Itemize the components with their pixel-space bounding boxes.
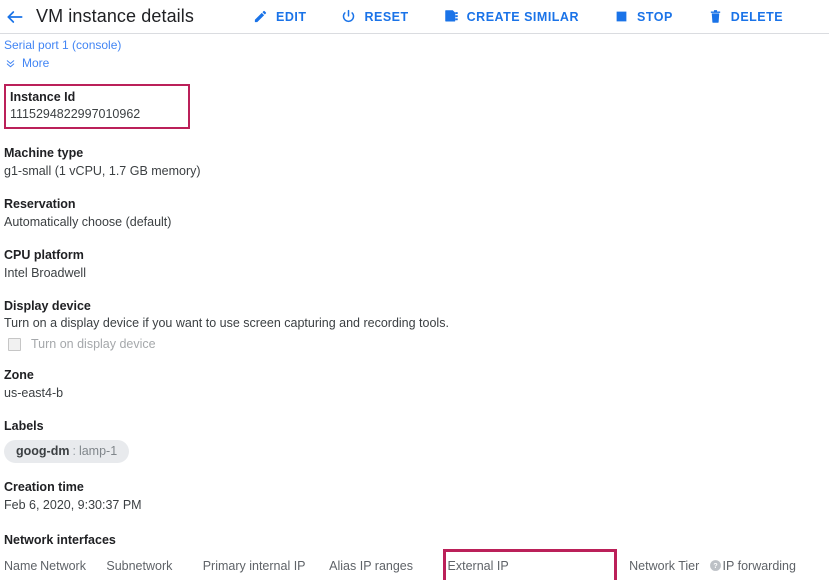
edit-button[interactable]: EDIT xyxy=(252,8,306,25)
details-content: Serial port 1 (console) More Instance Id… xyxy=(0,34,829,580)
label-chip-separator: : xyxy=(72,444,76,458)
reservation-field: Reservation Automatically choose (defaul… xyxy=(4,196,829,231)
machine-type-value: g1-small (1 vCPU, 1.7 GB memory) xyxy=(4,164,201,178)
display-device-checkbox[interactable] xyxy=(8,337,21,351)
machine-type-field: Machine type g1-small (1 vCPU, 1.7 GB me… xyxy=(4,145,829,180)
display-device-label: Display device xyxy=(4,299,91,313)
action-toolbar: EDIT RESET CREATE SIMILAR STOP DELETE xyxy=(252,8,783,25)
label-chip[interactable]: goog-dm : lamp-1 xyxy=(4,440,130,463)
more-toggle[interactable]: More xyxy=(4,56,829,70)
svg-text:?: ? xyxy=(713,563,717,570)
instance-id-value: 1115294822997010962 xyxy=(10,107,141,121)
reset-button[interactable]: RESET xyxy=(340,8,408,25)
reset-button-label: RESET xyxy=(364,9,409,24)
instance-id-field: Instance Id 1115294822997010962 xyxy=(4,84,190,129)
duplicate-document-icon xyxy=(443,8,460,25)
create-similar-button-label: CREATE SIMILAR xyxy=(466,9,579,24)
table-header-row: Name Network Subnetwork Primary internal… xyxy=(4,552,829,580)
display-device-field: Display device Turn on a display device … xyxy=(4,298,829,351)
zone-label: Zone xyxy=(4,368,34,382)
column-header-primary-ip: Primary internal IP xyxy=(202,552,330,580)
app-header: VM instance details EDIT RESET CREATE SI… xyxy=(0,0,829,34)
creation-time-label: Creation time xyxy=(4,480,84,494)
labels-label: Labels xyxy=(4,419,44,433)
zone-field: Zone us-east4-b xyxy=(4,367,829,402)
double-chevron-down-icon xyxy=(4,57,17,70)
delete-button-label: DELETE xyxy=(730,9,784,24)
cpu-platform-field: CPU platform Intel Broadwell xyxy=(4,247,829,282)
column-header-network: Network xyxy=(40,552,107,580)
cpu-platform-label: CPU platform xyxy=(4,248,84,262)
page-title: VM instance details xyxy=(36,6,194,26)
network-interfaces-table: Name Network Subnetwork Primary internal… xyxy=(4,552,829,580)
label-chip-value: lamp-1 xyxy=(78,444,118,458)
creation-time-value: Feb 6, 2020, 9:30:37 PM xyxy=(4,498,142,512)
column-header-ip-forwarding: IP forwarding xyxy=(718,552,829,580)
network-interfaces-section: Network interfaces Name Network Subnetwo… xyxy=(4,532,829,580)
edit-button-label: EDIT xyxy=(275,9,307,24)
display-device-checkbox-label: Turn on display device xyxy=(31,337,156,351)
cpu-platform-value: Intel Broadwell xyxy=(4,266,86,280)
serial-port-link[interactable]: Serial port 1 (console) xyxy=(4,38,829,53)
display-device-checkbox-row[interactable]: Turn on display device xyxy=(4,337,829,351)
column-header-network-tier-label: Network Tier xyxy=(629,559,700,573)
stop-button-label: STOP xyxy=(636,9,673,24)
stop-square-icon xyxy=(613,8,630,25)
column-header-external-ip: External IP xyxy=(435,552,607,580)
column-header-network-tier: Network Tier ? xyxy=(606,552,721,580)
delete-button[interactable]: DELETE xyxy=(707,8,783,25)
column-header-name: Name xyxy=(4,552,41,580)
instance-id-label: Instance Id xyxy=(10,90,76,104)
reservation-label: Reservation xyxy=(4,197,76,211)
network-interfaces-title: Network interfaces xyxy=(4,533,116,547)
column-header-alias-ip: Alias IP ranges xyxy=(329,552,436,580)
creation-time-field: Creation time Feb 6, 2020, 9:30:37 PM xyxy=(4,479,829,514)
zone-value: us-east4-b xyxy=(4,386,64,400)
label-chip-key: goog-dm xyxy=(16,444,70,458)
help-circle-icon[interactable]: ? xyxy=(709,559,722,572)
power-reset-icon xyxy=(340,8,357,25)
column-header-subnetwork: Subnetwork xyxy=(106,552,203,580)
more-label: More xyxy=(22,56,50,70)
display-device-description: Turn on a display device if you want to … xyxy=(4,316,449,330)
machine-type-label: Machine type xyxy=(4,146,84,160)
create-similar-button[interactable]: CREATE SIMILAR xyxy=(443,8,579,25)
labels-field: Labels goog-dm : lamp-1 xyxy=(4,418,829,463)
pencil-icon xyxy=(252,8,269,25)
arrow-left-icon[interactable] xyxy=(0,7,30,27)
trash-icon xyxy=(707,8,724,25)
stop-button[interactable]: STOP xyxy=(613,8,673,25)
reservation-value: Automatically choose (default) xyxy=(4,215,172,229)
